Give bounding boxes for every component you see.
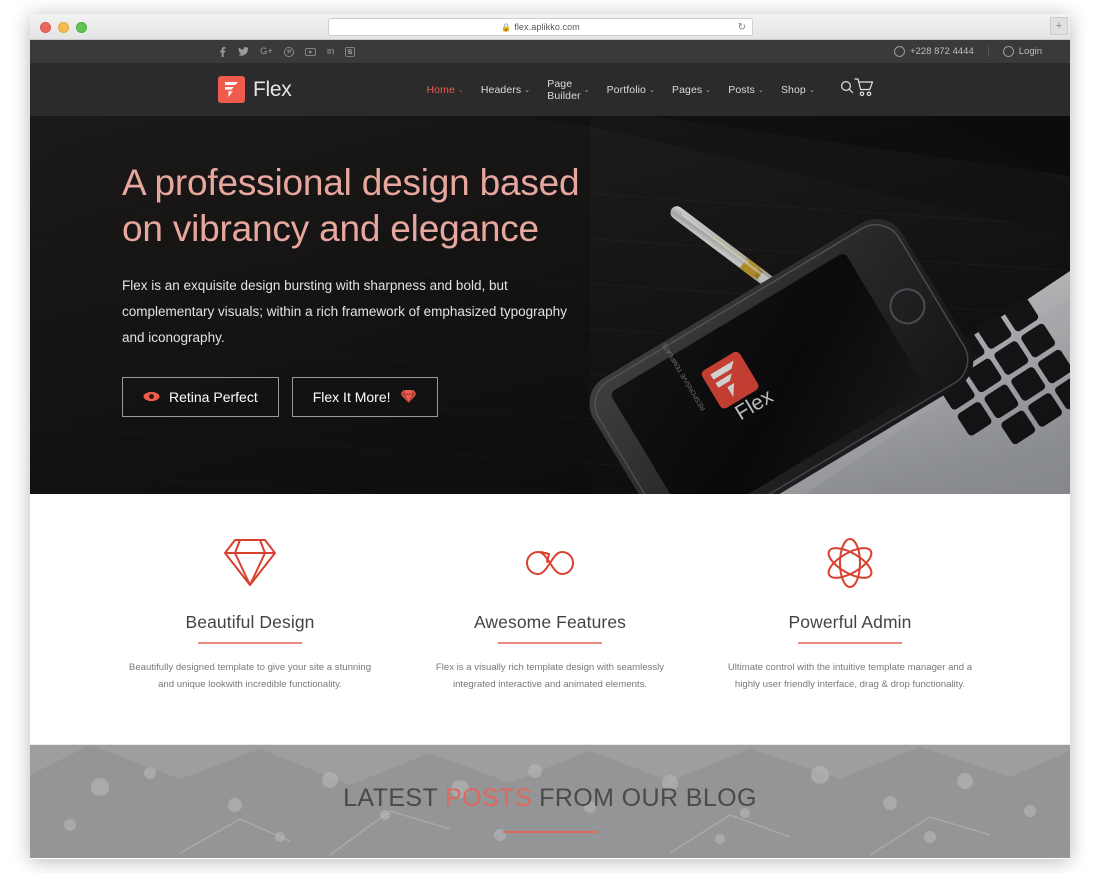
- feature-card-powerful-admin: Powerful Admin Ultimate control with the…: [700, 536, 1000, 744]
- hero-buttons: Retina Perfect Flex It More!: [122, 376, 682, 417]
- latest-posts-inner: LATEST POSTS FROM OUR BLOG: [30, 745, 1070, 858]
- phone-number[interactable]: +228 872 4444: [894, 46, 974, 57]
- browser-chrome: 🔒 flex.aplikko.com ↻ +: [30, 14, 1070, 40]
- social-links: G+ in: [218, 46, 356, 57]
- chevron-down-icon: ⌄: [524, 86, 531, 94]
- skype-icon[interactable]: [345, 46, 356, 57]
- window-controls: [40, 22, 87, 33]
- retina-perfect-label: Retina Perfect: [169, 388, 258, 405]
- chevron-down-icon: ⌄: [457, 86, 464, 94]
- diamond-icon: [124, 536, 376, 590]
- latest-posts-section: LATEST POSTS FROM OUR BLOG: [30, 744, 1070, 858]
- nav-item-label: Headers: [480, 83, 522, 96]
- browser-window: 🔒 flex.aplikko.com ↻ + G+ in +228 872 44…: [30, 14, 1070, 859]
- feature-divider: [798, 642, 902, 644]
- eye-icon: [143, 391, 160, 402]
- linkedin-icon[interactable]: in: [327, 47, 334, 57]
- feature-divider: [198, 642, 302, 644]
- nav-item-shop[interactable]: Shop ⌄: [781, 84, 815, 96]
- search-icon[interactable]: [840, 80, 854, 99]
- address-bar[interactable]: 🔒 flex.aplikko.com ↻: [328, 18, 753, 36]
- feature-card-beautiful-design: Beautiful Design Beautifully designed te…: [100, 536, 400, 744]
- latest-posts-title: LATEST POSTS FROM OUR BLOG: [343, 784, 757, 813]
- nav-item-label: Pages: [671, 83, 703, 96]
- nav-item-label: Page Builder: [547, 77, 581, 102]
- phone-label: +228 872 4444: [910, 46, 974, 57]
- flex-it-more-button[interactable]: Flex It More!: [291, 376, 438, 417]
- title-part-before: LATEST: [343, 784, 446, 813]
- infinity-arrow-icon: [424, 536, 676, 590]
- youtube-icon[interactable]: [304, 47, 316, 56]
- nav-items: Home ⌄ Headers ⌄ Page Builder ⌄ Portfoli…: [426, 78, 854, 102]
- feature-title: Awesome Features: [473, 612, 627, 632]
- url-text-wrap: 🔒 flex.aplikko.com: [501, 22, 580, 32]
- twitter-icon[interactable]: [238, 47, 249, 56]
- nav-item-headers[interactable]: Headers ⌄: [481, 84, 530, 96]
- lock-icon: 🔒: [501, 22, 512, 32]
- feature-description: Flex is a visually rich template design …: [435, 661, 665, 690]
- diamond-icon: [400, 389, 417, 404]
- flex-logo-icon: [218, 76, 245, 103]
- title-part-highlight: POSTS: [445, 784, 532, 813]
- site-logo[interactable]: Flex: [218, 76, 292, 103]
- chevron-down-icon: ⌄: [757, 86, 764, 94]
- site-topbar: G+ in +228 872 4444 Login: [30, 40, 1070, 63]
- nav-item-pages[interactable]: Pages ⌄: [672, 84, 711, 96]
- login-label: Login: [1018, 46, 1042, 57]
- features-section: Beautiful Design Beautifully designed te…: [30, 494, 1070, 744]
- user-icon: [1002, 46, 1014, 57]
- google-plus-icon[interactable]: G+: [260, 47, 273, 57]
- reload-icon[interactable]: ↻: [738, 22, 746, 33]
- url-text: flex.aplikko.com: [514, 22, 580, 32]
- close-window-button[interactable]: [40, 22, 51, 33]
- feature-divider: [498, 642, 602, 644]
- title-part-after: FROM OUR BLOG: [531, 784, 757, 813]
- facebook-icon[interactable]: [218, 46, 227, 57]
- minimize-window-button[interactable]: [58, 22, 69, 33]
- hero-content: A professional design based on vibrancy …: [122, 160, 682, 417]
- feature-title: Powerful Admin: [788, 612, 912, 632]
- chevron-down-icon: ⌄: [583, 86, 590, 94]
- latest-posts-divider: [503, 831, 597, 833]
- nav-item-label: Home: [426, 83, 455, 96]
- hero-title: A professional design based on vibrancy …: [122, 160, 682, 251]
- pinterest-icon[interactable]: [283, 46, 294, 57]
- atom-icon: [724, 536, 976, 590]
- login-link[interactable]: Login: [1002, 46, 1042, 57]
- feature-description: Ultimate control with the intuitive temp…: [727, 661, 973, 690]
- feature-title: Beautiful Design: [185, 612, 315, 632]
- nav-item-label: Shop: [780, 83, 806, 96]
- hero-section: Flex RESPONSIVE TEMPLATE A professional …: [30, 116, 1070, 494]
- phone-icon: [894, 46, 906, 57]
- chevron-down-icon: ⌄: [649, 86, 655, 94]
- nav-right: [854, 77, 1045, 102]
- new-tab-button[interactable]: +: [1050, 17, 1068, 35]
- feature-card-awesome-features: Awesome Features Flex is a visually rich…: [400, 536, 700, 744]
- chevron-down-icon: ⌄: [705, 86, 712, 94]
- nav-item-portfolio[interactable]: Portfolio ⌄: [607, 84, 655, 96]
- logo-text: Flex: [253, 77, 292, 101]
- chevron-down-icon: ⌄: [808, 86, 815, 94]
- shopping-cart-icon[interactable]: [854, 77, 875, 102]
- nav-item-home[interactable]: Home ⌄: [426, 84, 463, 96]
- nav-item-label: Posts: [728, 83, 755, 96]
- nav-item-posts[interactable]: Posts ⌄: [728, 84, 764, 96]
- hero-title-line-2: on vibrancy and elegance: [122, 207, 539, 249]
- nav-item-label: Portfolio: [606, 83, 646, 96]
- nav-item-page-builder[interactable]: Page Builder ⌄: [547, 78, 589, 102]
- maximize-window-button[interactable]: [76, 22, 87, 33]
- hero-title-line-1: A professional design based: [122, 162, 580, 203]
- hero-subtitle: Flex is an exquisite design bursting wit…: [122, 278, 567, 345]
- feature-description: Beautifully designed template to give yo…: [128, 661, 372, 690]
- retina-perfect-button[interactable]: Retina Perfect: [122, 376, 279, 417]
- flex-it-more-label: Flex It More!: [312, 388, 391, 405]
- main-navbar: Flex Home ⌄ Headers ⌄ Page Builder ⌄ Por…: [30, 63, 1070, 116]
- topbar-divider: [987, 46, 989, 57]
- topbar-right: +228 872 4444 Login: [894, 46, 1042, 57]
